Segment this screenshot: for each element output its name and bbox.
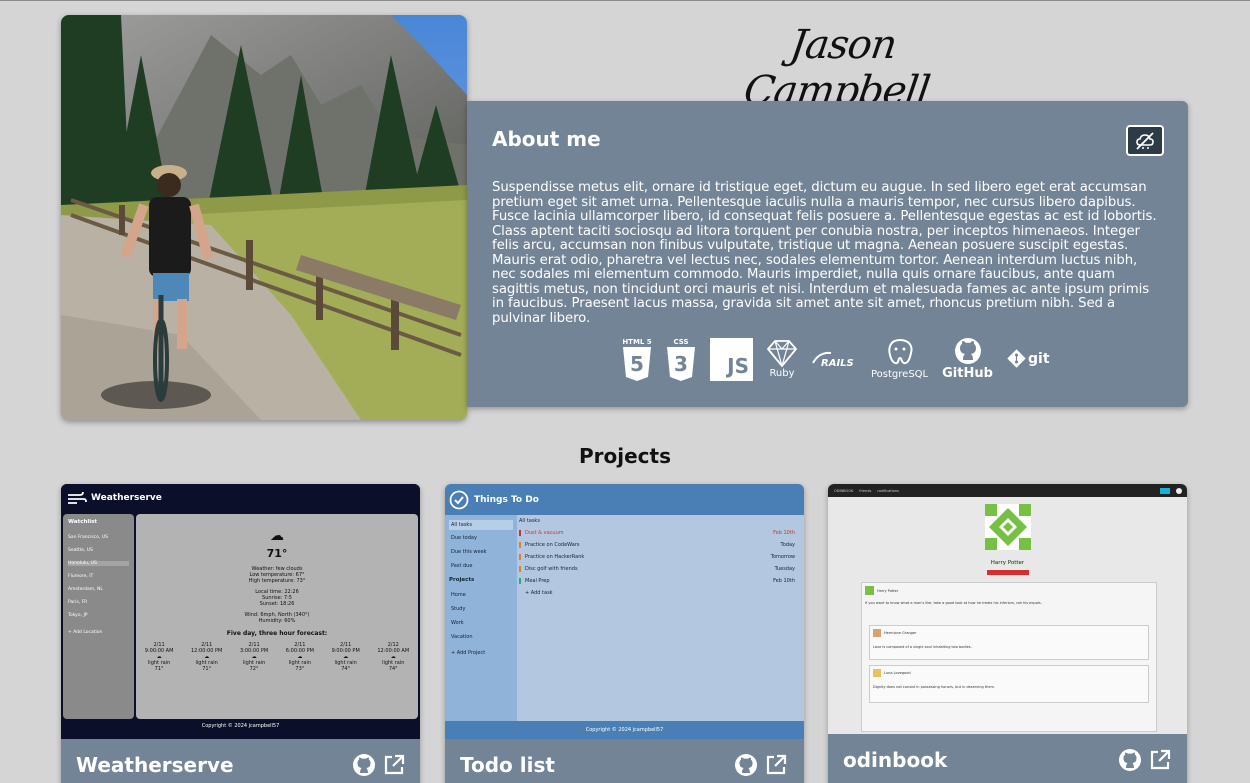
svg-text:5: 5 (630, 352, 644, 376)
project-title: Weatherserve (76, 753, 234, 777)
task-list: All tasks Dust & vacuum Feb 10th Practice… (519, 518, 801, 596)
todo-sidebar: All tasks Due today Due this week Past d… (445, 515, 517, 721)
github-icon[interactable] (1118, 748, 1142, 772)
wind-icon (68, 491, 87, 504)
tech-stack: HTML 5 5 CSS 3 JS Ruby RAILS PostgreSQL … (622, 334, 1050, 384)
avatar (985, 504, 1031, 550)
watchlist-panel: Watchlist San Francisco, US Seattle, US … (63, 514, 134, 719)
rails-icon: RAILS (811, 349, 857, 369)
weather-panel: ☁ 71° Weather: few clouds Low temperatur… (136, 514, 418, 719)
odinbook-screenshot[interactable]: ODINBOOK friends notifications Harry Potte… (828, 484, 1187, 734)
project-title: Todo list (460, 753, 555, 777)
github-icon[interactable] (734, 753, 758, 777)
svg-text:HTML 5: HTML 5 (622, 338, 651, 346)
github-icon[interactable] (352, 753, 376, 777)
about-card: About me Suspendisse metus elit, ornare … (467, 101, 1188, 407)
svg-text:3: 3 (674, 352, 688, 376)
profile-photo (61, 15, 467, 420)
about-body: Suspendisse metus elit, ornare id tristi… (492, 180, 1157, 326)
external-link-icon[interactable] (764, 753, 788, 777)
post: Harry Potter If you want to know what a … (861, 582, 1157, 732)
postgresql-icon: PostgreSQL (871, 338, 928, 380)
project-card-odinbook: ODINBOOK friends notifications Harry Potte… (828, 484, 1187, 783)
external-link-icon[interactable] (1148, 748, 1172, 772)
cloud-icon: ☁ (270, 528, 284, 544)
svg-text:RAILS: RAILS (821, 358, 854, 369)
check-badge-icon (449, 490, 469, 509)
css3-icon: CSS 3 (666, 337, 696, 381)
external-link-icon[interactable] (382, 753, 406, 777)
javascript-icon: JS (710, 337, 753, 381)
git-icon: git (1007, 348, 1053, 370)
card-footer: odinbook (828, 734, 1187, 783)
project-card-todo: Things To Do All tasks Due today Due thi… (445, 484, 804, 783)
about-heading: About me (492, 127, 601, 151)
card-footer: Todo list (445, 739, 804, 783)
projects-heading: Projects (578, 444, 671, 468)
project-card-weatherserve: Weatherserve Watchlist San Francisco, US… (61, 484, 420, 783)
card-footer: Weatherserve (61, 739, 420, 783)
weatherserve-screenshot[interactable]: Weatherserve Watchlist San Francisco, US… (61, 484, 420, 739)
no-weather-icon (1136, 131, 1154, 150)
github-icon: GitHub (942, 337, 993, 381)
html5-icon: HTML 5 5 (622, 337, 652, 381)
svg-text:CSS: CSS (673, 338, 688, 346)
svg-text:git: git (1028, 351, 1050, 367)
todo-screenshot[interactable]: Things To Do All tasks Due today Due thi… (445, 484, 804, 739)
top-border (0, 0, 1250, 1)
ruby-icon: Ruby (767, 339, 797, 379)
theme-toggle-button[interactable] (1126, 125, 1164, 156)
project-title: odinbook (843, 748, 948, 772)
